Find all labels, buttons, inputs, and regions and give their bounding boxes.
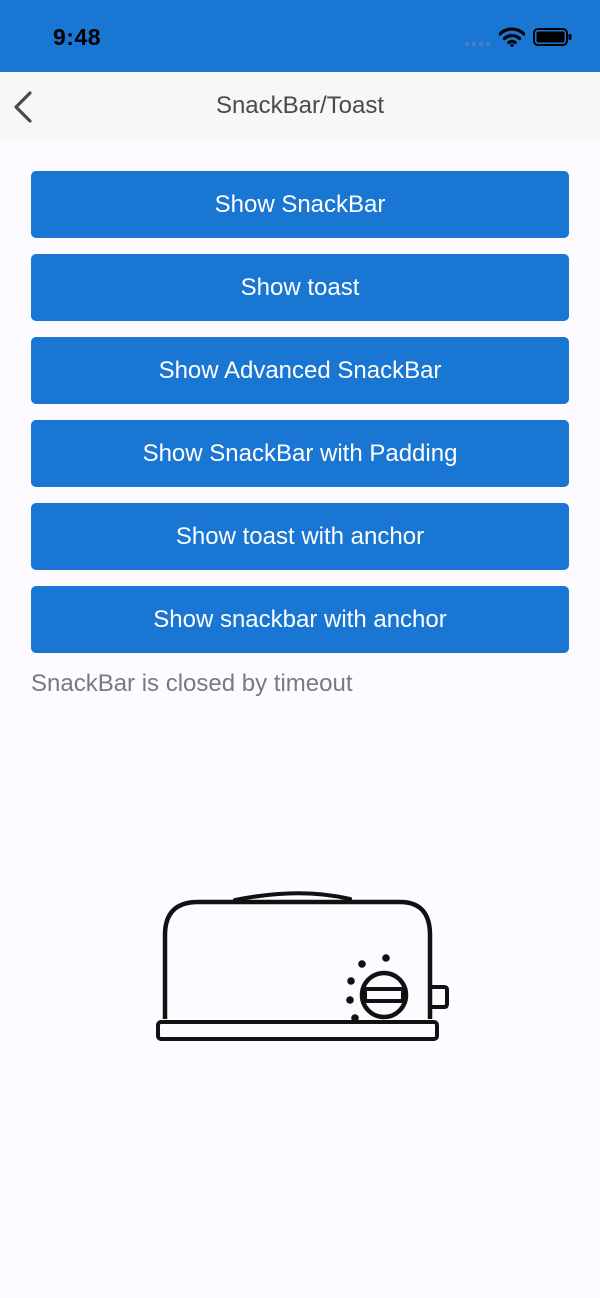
show-toast-button[interactable]: Show toast bbox=[31, 254, 569, 321]
navigation-bar: SnackBar/Toast bbox=[0, 72, 600, 140]
status-bar: 9:48 bbox=[0, 0, 600, 72]
page-title: SnackBar/Toast bbox=[215, 92, 385, 119]
wifi-icon bbox=[499, 27, 525, 47]
status-time: 9:48 bbox=[53, 24, 102, 50]
show-advanced-snackbar-button[interactable]: Show Advanced SnackBar bbox=[31, 337, 569, 404]
show-snackbar-button[interactable]: Show SnackBar bbox=[31, 171, 569, 238]
snackbar-status-text: SnackBar is closed by timeout bbox=[31, 670, 353, 697]
toaster-icon bbox=[156, 891, 449, 1041]
show-snackbar-with-padding-button[interactable]: Show SnackBar with Padding bbox=[31, 420, 569, 487]
cellular-signal-icon bbox=[465, 42, 490, 46]
show-snackbar-with-anchor-button[interactable]: Show snackbar with anchor bbox=[31, 586, 569, 653]
show-toast-with-anchor-button[interactable]: Show toast with anchor bbox=[31, 503, 569, 570]
battery-icon bbox=[533, 28, 572, 46]
